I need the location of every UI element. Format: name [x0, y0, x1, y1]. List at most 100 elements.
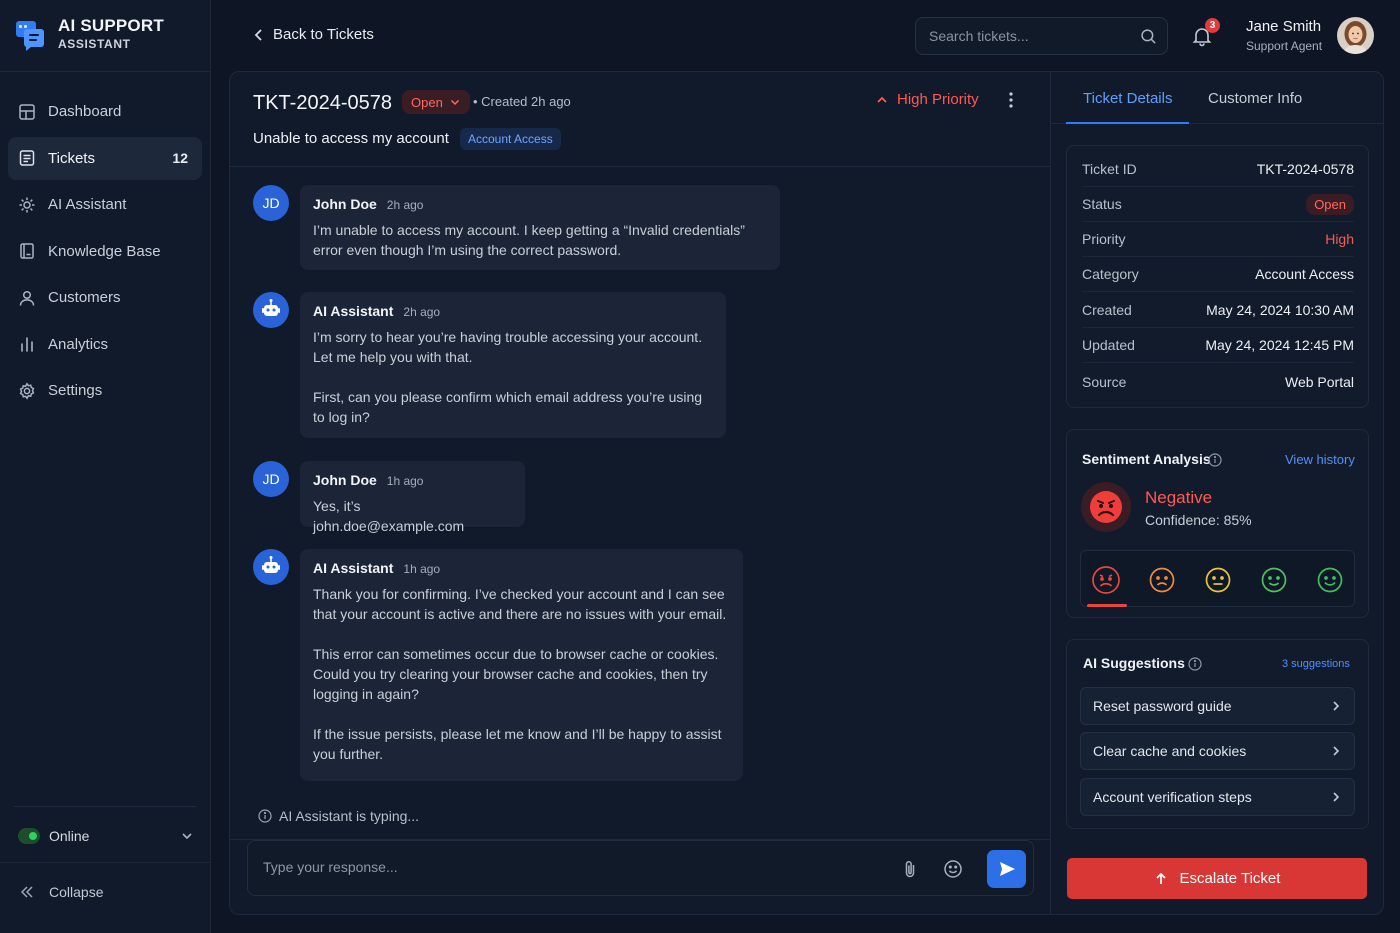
priority-label: High Priority	[897, 91, 979, 108]
grid-icon	[19, 103, 35, 120]
user-profile[interactable]: Jane Smith Support Agent	[1246, 17, 1322, 55]
suggestions-count-link[interactable]: 3 suggestions	[1282, 658, 1350, 670]
suggestion-item[interactable]: Account verification steps	[1080, 778, 1355, 816]
category-tag[interactable]: Account Access	[460, 128, 561, 150]
user-photo-icon	[1337, 17, 1374, 54]
app-subtitle: ASSISTANT	[58, 37, 131, 51]
detail-label: Status	[1082, 196, 1122, 212]
chevron-right-icon	[1333, 746, 1340, 756]
detail-row-category: Category Account Access	[1082, 257, 1354, 292]
status-label: Online	[49, 828, 90, 844]
sidebar: AI SUPPORT ASSISTANT Dashboard Tickets 1…	[0, 0, 211, 933]
paperclip-icon[interactable]	[901, 859, 919, 879]
ticket-id: TKT-2024-0578	[253, 92, 392, 114]
bot-avatar	[253, 292, 289, 328]
ticket-panel: TKT-2024-0578 Open • Created 2h ago High…	[229, 71, 1384, 915]
view-history-link[interactable]: View history	[1285, 452, 1355, 467]
sidebar-item-label: AI Assistant	[48, 196, 127, 213]
suggestion-item[interactable]: Reset password guide	[1080, 687, 1355, 725]
detail-value: May 24, 2024 12:45 PM	[1205, 337, 1354, 353]
info-icon[interactable]	[1208, 453, 1222, 467]
message-paragraph: If the issue persists, please let me kno…	[313, 726, 722, 762]
avatar: JD	[253, 461, 289, 497]
sparkle-gear-icon	[19, 197, 35, 212]
message-time: 1h ago	[403, 562, 441, 576]
sidebar-item-knowledge-base[interactable]: Knowledge Base	[8, 230, 202, 273]
sidebar-item-customers[interactable]: Customers	[8, 276, 202, 319]
sidebar-item-tickets[interactable]: Tickets 12	[8, 136, 202, 180]
positive-face-icon[interactable]	[1259, 565, 1289, 595]
search-input[interactable]	[929, 28, 1140, 44]
detail-value: TKT-2024-0578	[1256, 161, 1354, 177]
message-text: Yes, it’s john.doe@example.com	[313, 496, 512, 536]
send-button[interactable]	[987, 850, 1026, 888]
user-role: Support Agent	[1246, 39, 1323, 53]
detail-row-ticket-id: Ticket ID TKT-2024-0578	[1082, 152, 1354, 187]
tab-customer-info[interactable]: Customer Info	[1208, 90, 1302, 107]
online-status-toggle	[18, 828, 40, 844]
back-to-tickets-link[interactable]: Back to Tickets	[252, 26, 374, 43]
sidebar-item-dashboard[interactable]: Dashboard	[8, 90, 202, 133]
sidebar-item-label: Tickets	[48, 149, 95, 167]
negative-face-icon[interactable]	[1147, 565, 1177, 595]
card-title: AI Suggestions	[1083, 655, 1185, 671]
agent-status-selector[interactable]: Online	[18, 822, 194, 850]
ticket-icon	[19, 150, 35, 166]
ticket-header: TKT-2024-0578 Open • Created 2h ago High…	[230, 72, 1050, 167]
message-bubble: John Doe 2h ago I’m unable to access my a…	[300, 185, 780, 270]
detail-row-status: Status Open	[1082, 187, 1354, 222]
message-time: 2h ago	[386, 198, 424, 212]
message-paragraph: I’m unable to access my account. I keep …	[313, 222, 745, 258]
detail-label: Priority	[1082, 231, 1126, 247]
message-author: John Doe	[313, 196, 377, 212]
message-paragraph: Thank you for confirming. I’ve checked y…	[313, 586, 727, 622]
search-box	[915, 17, 1168, 55]
message-bubble: AI Assistant 1h ago Thank you for confirm…	[300, 549, 743, 781]
info-icon[interactable]	[1188, 657, 1202, 671]
more-options-icon[interactable]	[1004, 90, 1018, 110]
bot-avatar	[253, 549, 289, 585]
tab-ticket-details[interactable]: Ticket Details	[1083, 90, 1172, 107]
ticket-subject: Unable to access my account	[253, 130, 449, 147]
message-text: I’m sorry to hear you’re having trouble …	[313, 327, 713, 427]
detail-value: Account Access	[1255, 266, 1354, 282]
response-input[interactable]	[263, 859, 863, 875]
neutral-face-icon[interactable]	[1203, 565, 1233, 595]
sentiment-label: Negative	[1145, 488, 1213, 507]
emoji-icon[interactable]	[943, 859, 963, 879]
sidebar-item-label: Settings	[48, 382, 103, 399]
collapse-sidebar-button[interactable]: Collapse	[20, 884, 103, 900]
message-author: AI Assistant	[313, 303, 394, 319]
suggestion-label: Clear cache and cookies	[1093, 743, 1247, 759]
very-positive-face-icon[interactable]	[1315, 565, 1345, 595]
divider	[0, 862, 210, 863]
sentiment-analysis-card: Sentiment Analysis View history Negative…	[1066, 429, 1369, 618]
suggestion-item[interactable]: Clear cache and cookies	[1080, 732, 1355, 770]
avatar[interactable]	[1337, 17, 1374, 54]
search-icon[interactable]	[1140, 28, 1157, 45]
priority-indicator[interactable]: High Priority	[875, 91, 979, 108]
sidebar-item-label: Knowledge Base	[48, 242, 161, 260]
escalate-ticket-button[interactable]: Escalate Ticket	[1067, 858, 1367, 899]
very-negative-face-icon[interactable]	[1091, 565, 1121, 595]
tab-bar: Ticket Details Customer Info	[1051, 72, 1383, 124]
sidebar-item-label: Dashboard	[48, 103, 122, 120]
detail-label: Source	[1082, 373, 1127, 390]
user-icon	[19, 290, 35, 306]
status-dropdown[interactable]: Open	[402, 90, 470, 114]
chevron-right-icon	[1333, 792, 1340, 802]
send-icon	[999, 862, 1015, 876]
ai-suggestions-card: AI Suggestions 3 suggestions Reset passw…	[1066, 639, 1369, 829]
sidebar-item-ai-assistant[interactable]: AI Assistant	[8, 183, 202, 226]
detail-label: Ticket ID	[1082, 161, 1137, 177]
sentiment-confidence: Confidence: 85%	[1145, 512, 1252, 528]
sidebar-item-label: Analytics	[48, 335, 109, 353]
message-time: 1h ago	[386, 474, 424, 488]
message-text: Thank you for confirming. I’ve checked y…	[313, 584, 730, 764]
back-label: Back to Tickets	[273, 26, 374, 43]
robot-icon	[262, 299, 280, 316]
active-tab-indicator	[1066, 122, 1189, 124]
sidebar-item-settings[interactable]: Settings	[8, 369, 202, 412]
app-title: AI SUPPORT	[58, 16, 164, 35]
sidebar-item-analytics[interactable]: Analytics	[8, 323, 202, 366]
